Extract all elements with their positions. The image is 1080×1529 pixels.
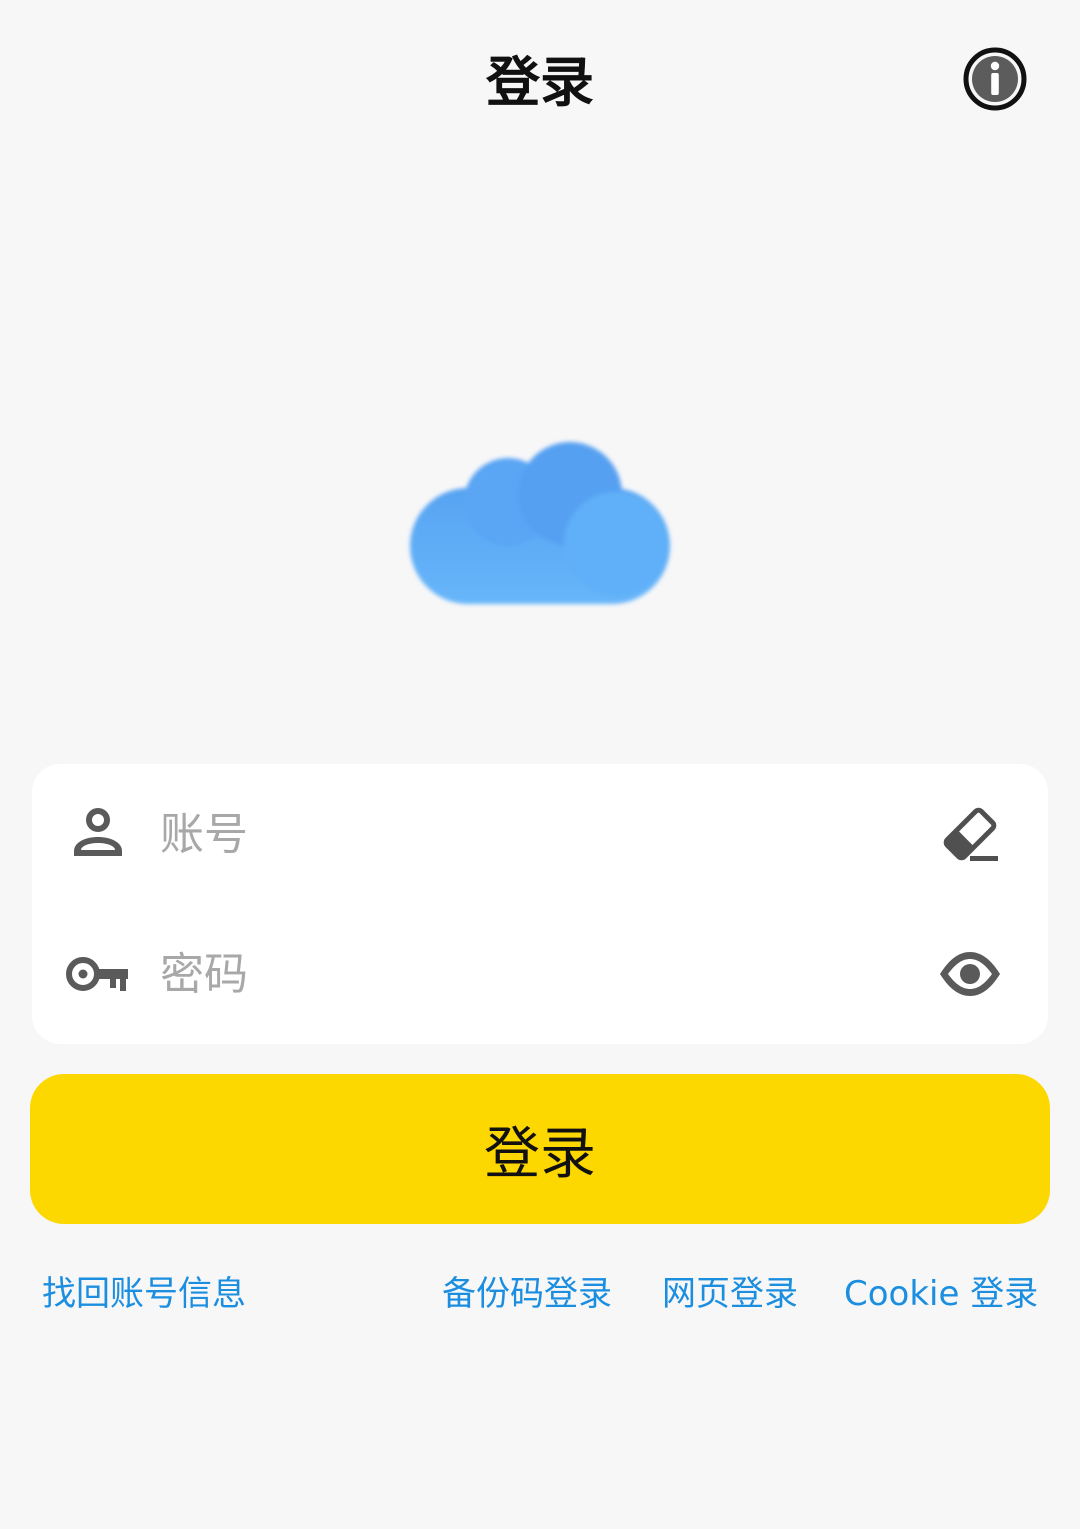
cookie-login-link[interactable]: Cookie 登录	[844, 1266, 1038, 1322]
login-form-card	[32, 764, 1048, 1044]
recover-account-link[interactable]: 找回账号信息	[42, 1266, 246, 1322]
web-login-link[interactable]: 网页登录	[662, 1266, 798, 1322]
password-input[interactable]	[160, 934, 900, 1014]
account-input[interactable]	[160, 794, 900, 874]
eye-icon[interactable]	[936, 940, 1004, 1008]
account-field-row	[32, 764, 1048, 904]
eraser-icon[interactable]	[936, 800, 1004, 868]
key-icon	[66, 957, 128, 991]
user-icon	[74, 808, 122, 856]
backup-code-login-link[interactable]: 备份码登录	[442, 1266, 612, 1322]
login-button[interactable]: 登录	[30, 1074, 1050, 1224]
password-field-row	[32, 904, 1048, 1044]
info-icon[interactable]	[962, 46, 1028, 112]
page-title: 登录	[486, 51, 594, 114]
cloud-logo-icon	[410, 442, 670, 604]
